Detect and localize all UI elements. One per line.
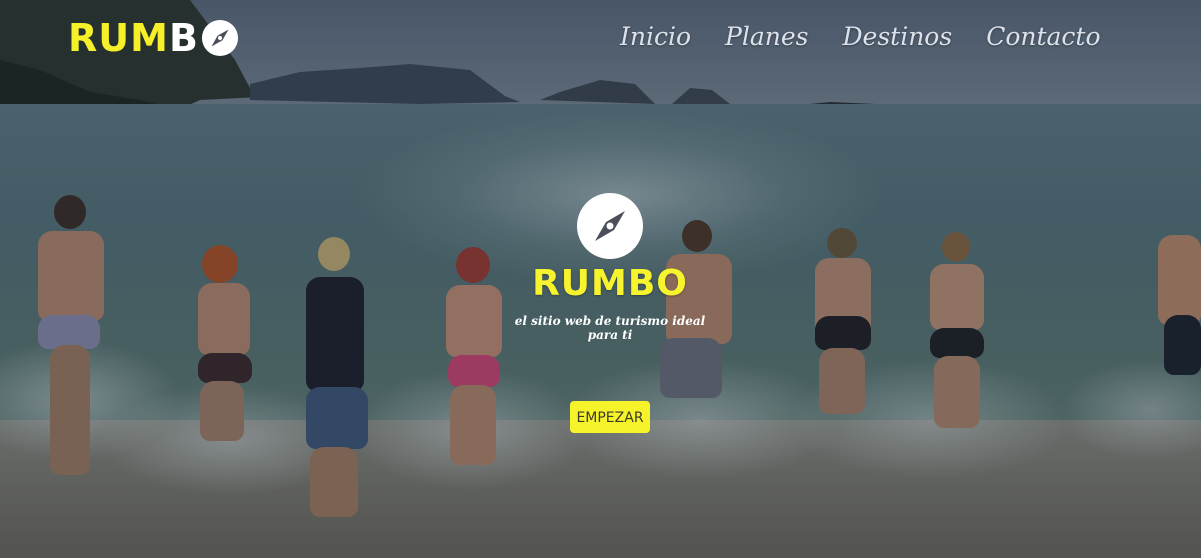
main-nav: Inicio Planes Destinos Contacto — [620, 22, 1101, 51]
nav-item-destinos[interactable]: Destinos — [842, 22, 952, 51]
nav-item-planes[interactable]: Planes — [725, 22, 808, 51]
brand-name-part2: B — [168, 16, 199, 60]
nav-item-contacto[interactable]: Contacto — [986, 22, 1100, 51]
hero-tagline: el sitio web de turismo ideal para ti — [514, 314, 706, 342]
hero-title: RUMBO — [532, 263, 688, 304]
brand-logo[interactable]: RUM B — [68, 16, 239, 60]
compass-icon — [201, 19, 239, 57]
brand-name-part1: RUM — [68, 16, 169, 60]
hero-content: RUMBO el sitio web de turismo ideal para… — [500, 192, 720, 342]
nav-item-inicio[interactable]: Inicio — [620, 22, 691, 51]
start-button[interactable]: EMPEZAR — [570, 401, 650, 433]
compass-icon — [576, 192, 644, 260]
